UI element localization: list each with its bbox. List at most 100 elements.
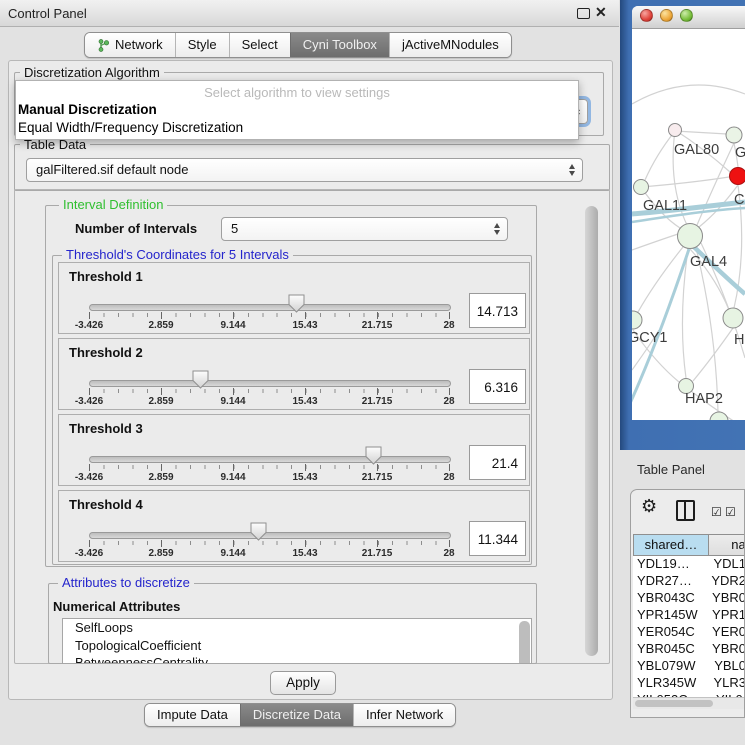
threshold-value-field[interactable]: 11.344 xyxy=(469,521,526,556)
panel-title: Control Panel xyxy=(8,6,87,21)
slider-scale-label: 15.43 xyxy=(292,396,317,407)
bottom-tab-infer-network[interactable]: Infer Network xyxy=(353,704,455,726)
close-icon[interactable]: ✕ xyxy=(595,4,607,21)
threshold-slider-thumb[interactable] xyxy=(250,522,267,541)
bottom-tab-discretize-data[interactable]: Discretize Data xyxy=(240,704,353,726)
slider-scale-label: 2.859 xyxy=(148,320,173,331)
slider-scale-label: -3.426 xyxy=(75,396,103,407)
slider-major-ticks xyxy=(89,388,450,395)
threshold-value-field[interactable]: 21.4 xyxy=(469,445,526,480)
cell-shared-name: YBL079W xyxy=(633,658,707,675)
numerical-attributes-label: Numerical Attributes xyxy=(53,599,180,614)
cell-name: YBL0 xyxy=(707,658,745,675)
slider-scale-label: -3.426 xyxy=(75,548,103,559)
table-row[interactable]: YPR145WYPR1 xyxy=(633,607,745,624)
close-button[interactable] xyxy=(640,9,653,22)
slider-scale-label: 15.43 xyxy=(292,548,317,559)
column-header-shared[interactable]: shared… xyxy=(633,534,709,556)
tab-label: Network xyxy=(115,33,163,57)
attribute-item-selfloops[interactable]: SelfLoops xyxy=(63,619,531,637)
numerical-attributes-list[interactable]: SelfLoopsTopologicalCoefficientBetweenne… xyxy=(62,618,532,664)
tab-cyni-toolbox[interactable]: Cyni Toolbox xyxy=(290,33,389,57)
attribute-item-betweennesscentrality[interactable]: BetweennessCentrality xyxy=(63,654,531,664)
combo-arrows-icon xyxy=(494,223,500,235)
tab-label: Infer Network xyxy=(366,703,443,727)
horizontal-scrollbar-thumb[interactable] xyxy=(635,700,713,707)
threshold-slider-thumb[interactable] xyxy=(192,370,209,389)
node-label: GAL80 xyxy=(674,142,719,158)
dropdown-items: Manual DiscretizationEqual Width/Frequen… xyxy=(16,101,578,137)
node-label: H xyxy=(734,332,744,348)
column-browser-icon[interactable] xyxy=(676,500,695,521)
table-data-combo[interactable]: galFiltered.sif default node xyxy=(26,158,583,182)
network-node-g[interactable] xyxy=(726,127,742,143)
threshold-slider-thumb[interactable] xyxy=(288,294,305,313)
horizontal-scrollbar[interactable] xyxy=(633,697,745,709)
apply-button[interactable]: Apply xyxy=(270,671,336,695)
column-header-na[interactable]: na xyxy=(709,534,745,556)
table-row[interactable]: YDL19…YDL1 xyxy=(633,556,745,573)
settings-gear-icon[interactable]: ⚙ xyxy=(641,496,657,517)
threshold-slider-track[interactable] xyxy=(89,456,451,463)
slider-scale-label: 9.144 xyxy=(220,320,245,331)
threshold-slider-track[interactable] xyxy=(89,304,451,311)
dropdown-item-equal-width-frequency-discretization[interactable]: Equal Width/Frequency Discretization xyxy=(16,119,578,137)
threshold-slider-track[interactable] xyxy=(89,380,451,387)
table-row[interactable]: YDR27…YDR2 xyxy=(633,573,745,590)
threshold-slider-thumb[interactable] xyxy=(365,446,382,465)
tab-style[interactable]: Style xyxy=(175,33,229,57)
zoom-button[interactable] xyxy=(680,9,693,22)
tab-label: Style xyxy=(188,33,217,57)
threshold-value-field[interactable]: 6.316 xyxy=(469,369,526,404)
threshold-value-field[interactable]: 14.713 xyxy=(469,293,526,328)
number-of-intervals-combo[interactable]: 5 xyxy=(221,217,508,241)
table-row[interactable]: YBR045CYBR0 xyxy=(633,641,745,658)
table-row[interactable]: YER054CYER0 xyxy=(633,624,745,641)
checkbox-icon[interactable]: ☑ xyxy=(711,505,722,519)
network-node-gal80[interactable] xyxy=(669,124,682,137)
float-window-icon[interactable] xyxy=(577,8,590,19)
network-node-gal11[interactable] xyxy=(634,180,649,195)
dropdown-placeholder: Select algorithm to view settings xyxy=(16,81,578,101)
tab-label: Cyni Toolbox xyxy=(303,33,377,57)
slider-scale-label: 2.859 xyxy=(148,396,173,407)
minimize-button[interactable] xyxy=(660,9,673,22)
tab-jactivemnodules[interactable]: jActiveMNodules xyxy=(389,33,511,57)
slider-major-ticks xyxy=(89,540,450,547)
vertical-scrollbar[interactable] xyxy=(585,206,598,656)
bottom-tab-impute-data[interactable]: Impute Data xyxy=(145,704,240,726)
node-label: GAL11 xyxy=(643,198,687,214)
network-node-gal4[interactable] xyxy=(678,224,703,249)
threshold-slider-track[interactable] xyxy=(89,532,451,539)
combo-arrows-icon xyxy=(569,164,575,176)
list-scrollbar[interactable] xyxy=(519,621,530,664)
tab-select[interactable]: Select xyxy=(229,33,290,57)
cell-name: YLR3 xyxy=(706,675,745,692)
screen: Control Panel ✕ Network Style Select Cyni T… xyxy=(0,0,745,745)
dropdown-item-manual-discretization[interactable]: Manual Discretization xyxy=(16,101,578,119)
network-node-gcy1[interactable] xyxy=(632,311,642,329)
slider-scale-label: 28 xyxy=(443,320,454,331)
slider-scale-label: 28 xyxy=(443,396,454,407)
tab-network[interactable]: Network xyxy=(85,33,175,57)
network-node-c[interactable] xyxy=(730,168,745,185)
slider-scale-label: 9.144 xyxy=(220,472,245,483)
network-node[interactable] xyxy=(710,412,728,420)
cell-name: YDR2 xyxy=(704,573,745,590)
attribute-item-topologicalcoefficient[interactable]: TopologicalCoefficient xyxy=(63,637,531,655)
table-data-label: Table Data xyxy=(20,138,90,152)
table-row[interactable]: YBL079WYBL0 xyxy=(633,658,745,675)
bottom-tab-bar: Impute Data Discretize Data Infer Network xyxy=(144,703,456,727)
slider-major-ticks xyxy=(89,464,450,471)
slider-scale-label: -3.426 xyxy=(75,320,103,331)
slider-scale-label: -3.426 xyxy=(75,472,103,483)
control-panel-titlebar xyxy=(0,0,619,27)
network-node-h[interactable] xyxy=(723,308,743,328)
tab-label: Discretize Data xyxy=(253,703,341,727)
checkbox-icon[interactable]: ☑ xyxy=(725,505,736,519)
network-canvas[interactable]: GAL80GCGAL11GAL4GCY1HHAP2 xyxy=(632,28,745,420)
tab-label: Impute Data xyxy=(157,703,228,727)
slider-scale-label: 21.715 xyxy=(362,320,393,331)
table-row[interactable]: YBR043CYBR0 xyxy=(633,590,745,607)
table-row[interactable]: YLR345WYLR3 xyxy=(633,675,745,692)
